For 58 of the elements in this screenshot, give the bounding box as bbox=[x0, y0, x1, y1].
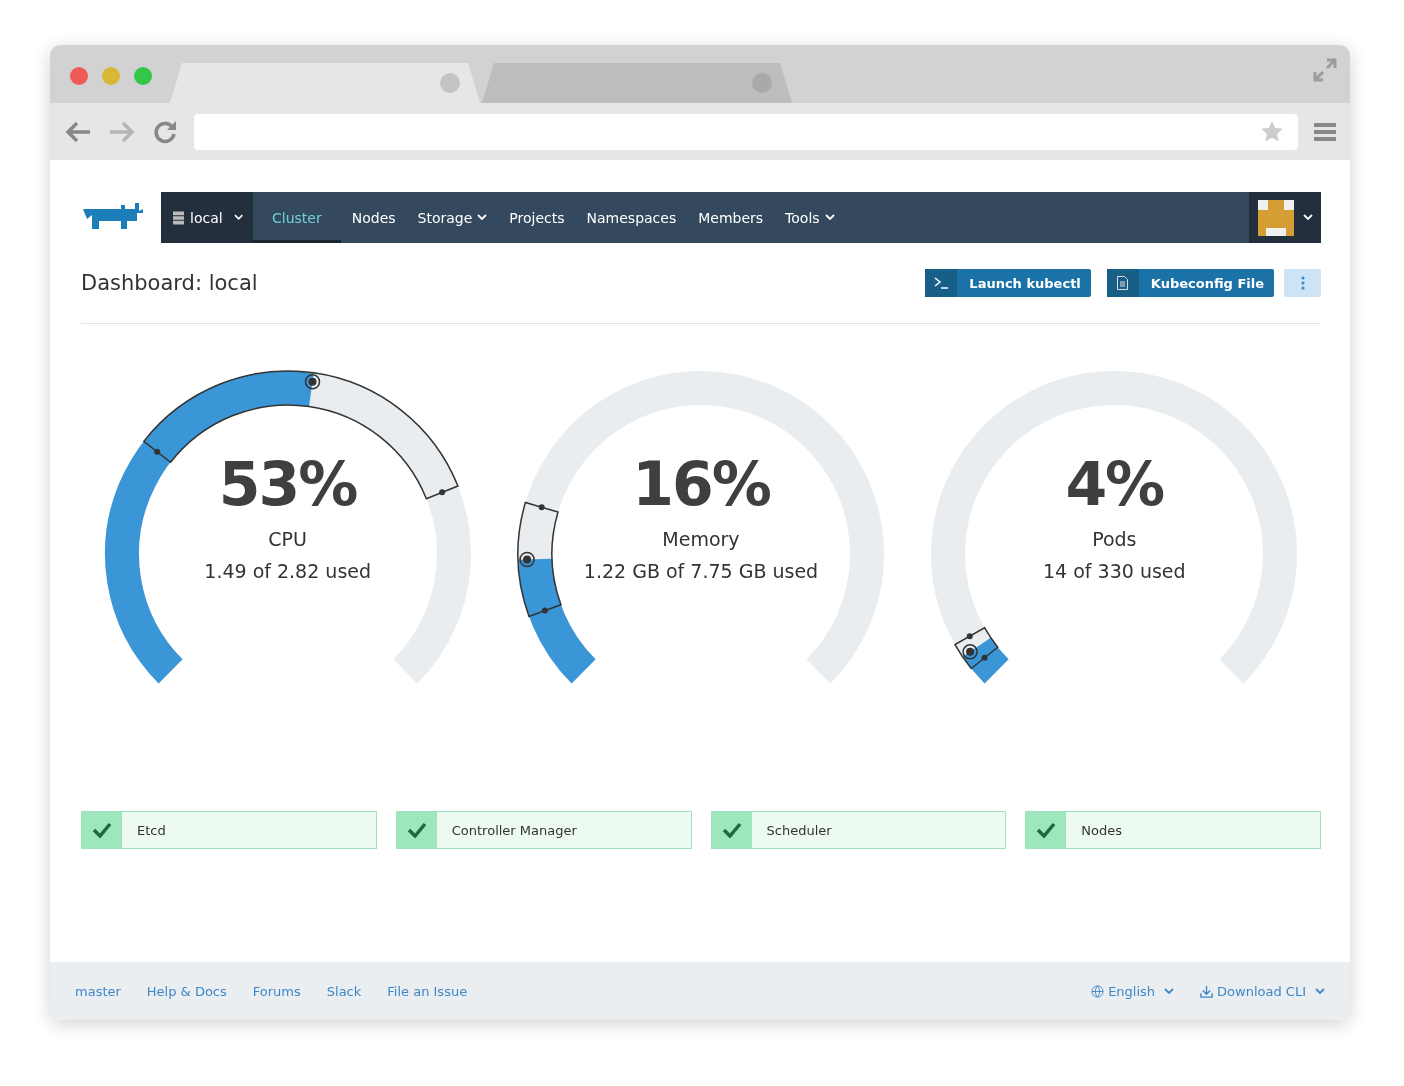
check-icon bbox=[406, 822, 427, 838]
check-icon bbox=[721, 822, 742, 838]
nav-tab[interactable]: Storage bbox=[406, 192, 499, 243]
component-label: Scheduler bbox=[765, 821, 832, 840]
nav-tab[interactable]: Tools bbox=[774, 192, 846, 243]
star-icon[interactable] bbox=[1260, 119, 1284, 144]
check-icon bbox=[92, 822, 112, 838]
user-menu[interactable] bbox=[1249, 192, 1321, 243]
server-icon bbox=[173, 210, 185, 225]
kubeconfig-file-button[interactable]: Kubeconfig File bbox=[1106, 269, 1274, 297]
gauge-label: Memory bbox=[662, 528, 740, 550]
close-window-icon[interactable] bbox=[70, 67, 88, 85]
expand-icon[interactable] bbox=[1312, 57, 1338, 83]
footer-link[interactable]: Forums bbox=[252, 983, 301, 999]
tab-close-icon[interactable] bbox=[440, 73, 460, 93]
footer-link[interactable]: Help & Docs bbox=[146, 983, 227, 999]
avatar-icon bbox=[1257, 199, 1294, 236]
chevron-down-icon bbox=[1302, 214, 1313, 221]
footer-link[interactable]: File an Issue bbox=[387, 983, 468, 999]
component-label: Controller Manager bbox=[450, 821, 577, 840]
terminal-icon bbox=[934, 277, 949, 289]
page-title: Dashboard: local bbox=[81, 271, 259, 295]
footer-link[interactable]: Slack bbox=[326, 983, 362, 999]
minimize-window-icon[interactable] bbox=[102, 67, 120, 85]
gauge-label: Pods bbox=[1092, 528, 1137, 550]
kebab-icon bbox=[1300, 276, 1305, 290]
check-icon bbox=[1036, 822, 1057, 838]
maximize-window-icon[interactable] bbox=[134, 67, 152, 85]
gauge-range-marker bbox=[954, 627, 999, 670]
forward-arrow-icon[interactable] bbox=[108, 119, 136, 144]
chevron-down-icon bbox=[1315, 987, 1325, 995]
nav-tab[interactable]: Projects bbox=[498, 192, 576, 243]
language-selector[interactable]: English bbox=[1091, 983, 1175, 999]
component-label: Nodes bbox=[1080, 821, 1122, 840]
gauge-usage: 14 of 330 used bbox=[1043, 560, 1186, 582]
nav-tab[interactable]: Namespaces bbox=[575, 192, 688, 243]
gauge-usage: 1.49 of 2.82 used bbox=[204, 560, 372, 582]
chevron-down-icon bbox=[233, 214, 243, 221]
footer-link[interactable]: master bbox=[75, 983, 121, 999]
nav-tab[interactable]: Members bbox=[687, 192, 775, 243]
document-icon bbox=[1117, 276, 1129, 290]
gauge-percent: 16% bbox=[632, 448, 770, 520]
back-arrow-icon[interactable] bbox=[64, 119, 92, 144]
gauge-percent: 53% bbox=[218, 448, 357, 520]
download-cli-link[interactable]: Download CLI bbox=[1200, 983, 1325, 999]
globe-icon bbox=[1091, 984, 1105, 998]
chevron-down-icon bbox=[1164, 987, 1175, 995]
gauge-percent: 4% bbox=[1065, 448, 1164, 520]
cluster-selector[interactable]: local bbox=[161, 192, 253, 243]
component-label: Etcd bbox=[136, 821, 166, 840]
more-options-button[interactable] bbox=[1284, 269, 1321, 297]
download-icon bbox=[1200, 984, 1214, 998]
gauge-usage: 1.22 GB of 7.75 GB used bbox=[583, 560, 819, 582]
gauge-label: CPU bbox=[268, 528, 307, 550]
address-bar[interactable] bbox=[194, 113, 1298, 150]
launch-kubectl-button[interactable]: Launch kubectl bbox=[925, 269, 1091, 297]
menu-icon[interactable] bbox=[1314, 121, 1336, 142]
nav-tab[interactable]: Nodes bbox=[340, 192, 407, 243]
